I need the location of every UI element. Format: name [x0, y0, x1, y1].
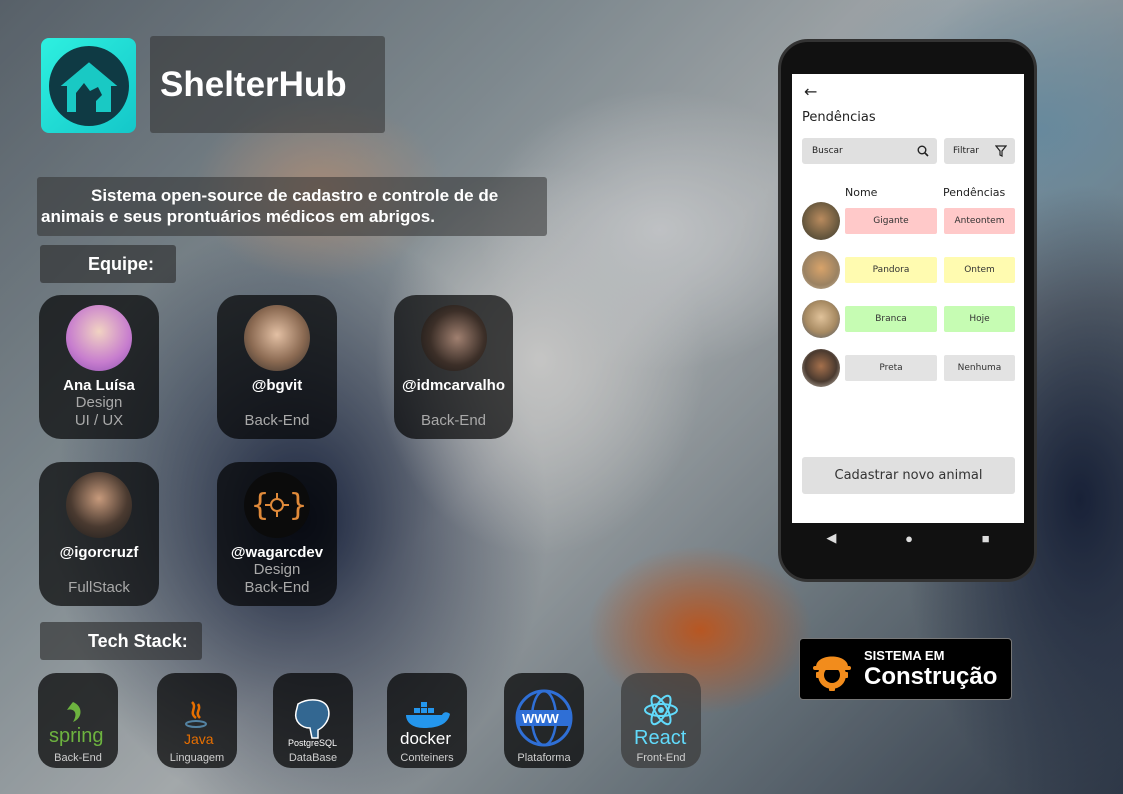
shelterhub-logo	[41, 38, 136, 133]
pet-pendency[interactable]: Nenhuma	[944, 355, 1015, 381]
svg-text:spring: spring	[49, 725, 103, 747]
tech-label: Linguagem	[169, 752, 225, 764]
pet-pendency[interactable]: Ontem	[944, 257, 1015, 283]
phone-screen: ← Pendências Buscar Filtrar Nome Pendênc…	[792, 74, 1024, 523]
phone-mockup: ← Pendências Buscar Filtrar Nome Pendênc…	[778, 39, 1037, 582]
column-header-pendencias: Pendências	[943, 186, 1006, 199]
screen-title: Pendências	[802, 110, 876, 125]
tech-www: WWW Plataforma	[504, 673, 584, 768]
svg-text:Java: Java	[184, 731, 214, 747]
member-handle: @idmcarvalho	[402, 377, 505, 394]
docker-logo-icon: docker	[400, 702, 451, 748]
tech-label: Back-End	[54, 752, 102, 764]
member-role: Back-End	[244, 412, 310, 429]
svg-text:React: React	[634, 727, 687, 748]
team-card-bgvit[interactable]: @bgvit Back-End	[217, 295, 337, 439]
member-role: Design	[75, 394, 123, 411]
stack-heading: Tech Stack:	[40, 622, 202, 660]
svg-text:}: }	[289, 488, 305, 523]
member-role: UI / UX	[74, 412, 124, 429]
pet-avatar	[802, 202, 840, 240]
tech-label: Front-End	[636, 752, 686, 764]
app-title: ShelterHub	[160, 64, 347, 104]
tech-label: Plataforma	[517, 752, 571, 764]
tech-postgresql: PostgreSQL DataBase	[273, 673, 353, 768]
svg-text:PostgreSQL: PostgreSQL	[288, 738, 337, 748]
tech-label: DataBase	[288, 752, 338, 764]
code-brackets-icon: {}	[244, 472, 310, 538]
pet-avatar	[802, 300, 840, 338]
svg-text:docker: docker	[400, 729, 451, 748]
badge-line2: Construção	[864, 662, 998, 690]
team-card-igorcruzf[interactable]: @igorcruzf FullStack	[39, 462, 159, 606]
pet-avatar	[802, 349, 840, 387]
title-box: ShelterHub	[150, 36, 385, 133]
member-role: FullStack	[68, 579, 130, 596]
construction-badge: SISTEMA EM Construção	[799, 638, 1012, 700]
member-role: Back-End	[244, 579, 310, 596]
team-card-ana[interactable]: Ana Luísa Design UI / UX	[39, 295, 159, 439]
java-logo-icon: Java	[184, 701, 214, 747]
avatar	[244, 305, 310, 371]
team-heading: Equipe:	[40, 245, 176, 283]
team-card-idmcarvalho[interactable]: @idmcarvalho Back-End	[394, 295, 513, 439]
globe-icon: WWW	[515, 689, 573, 747]
pet-name[interactable]: Gigante	[845, 208, 937, 234]
back-arrow-icon[interactable]: ←	[804, 82, 817, 101]
member-handle: @wagarcdev	[230, 544, 324, 561]
svg-text:WWW: WWW	[522, 711, 560, 726]
search-input[interactable]: Buscar	[802, 138, 937, 164]
filter-button[interactable]: Filtrar	[944, 138, 1015, 164]
member-handle: @bgvit	[251, 377, 303, 394]
avatar	[66, 305, 132, 371]
app-description: Sistema open-source de cadastro e contro…	[37, 177, 547, 236]
register-animal-button[interactable]: Cadastrar novo animal	[802, 457, 1015, 494]
pet-avatar	[802, 251, 840, 289]
tech-docker: docker Conteiners	[387, 673, 467, 768]
member-handle: Ana Luísa	[63, 377, 135, 394]
avatar	[66, 472, 132, 538]
nav-recents-icon[interactable]: ■	[982, 531, 990, 546]
nav-home-icon[interactable]: ●	[905, 531, 913, 546]
column-header-name: Nome	[845, 186, 878, 199]
nav-back-icon[interactable]: ◀	[826, 530, 836, 546]
postgresql-logo-icon: PostgreSQL	[288, 699, 337, 748]
badge-line1: SISTEMA EM	[864, 647, 945, 663]
react-logo-icon: React	[634, 694, 687, 748]
search-icon	[917, 145, 929, 157]
team-card-wagarcdev[interactable]: {} @wagarcdev Design Back-End	[217, 462, 337, 606]
pet-pendency[interactable]: Hoje	[944, 306, 1015, 332]
filter-icon	[995, 145, 1007, 157]
pet-pendency[interactable]: Anteontem	[944, 208, 1015, 234]
pet-name[interactable]: Branca	[845, 306, 937, 332]
member-role: Back-End	[420, 412, 487, 429]
spring-logo-icon: spring	[49, 702, 103, 747]
tech-java: Java Linguagem	[157, 673, 237, 768]
avatar	[420, 305, 487, 371]
android-nav-bar: ◀ ● ■	[792, 523, 1024, 553]
pet-name[interactable]: Pandora	[845, 257, 937, 283]
tech-react: React Front-End	[621, 673, 701, 768]
hard-hat-icon	[813, 656, 851, 691]
tech-label: Conteiners	[400, 752, 454, 764]
tech-spring: spring Back-End	[38, 673, 118, 768]
member-handle: @igorcruzf	[59, 544, 139, 561]
member-role: Design	[253, 561, 301, 578]
pet-name[interactable]: Preta	[845, 355, 937, 381]
